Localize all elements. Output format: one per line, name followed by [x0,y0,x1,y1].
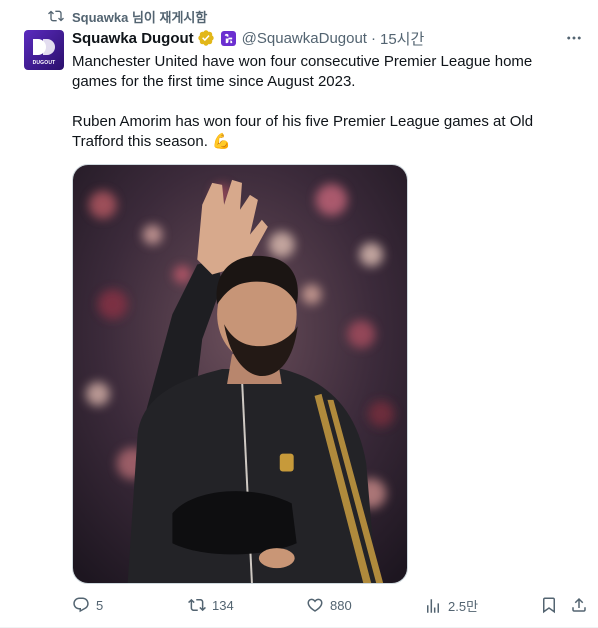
reply-icon [73,597,89,613]
like-count: 880 [330,597,352,613]
dugout-logo-icon [33,39,55,55]
repost-label: Squawka 님이 재게시함 [72,9,208,25]
repost-count: 134 [212,597,234,613]
views-button[interactable]: 2.5만 [424,596,478,615]
verified-badge-icon[interactable] [197,29,215,47]
like-button[interactable]: 880 [306,596,352,614]
reply-count: 5 [96,597,104,613]
tweet-paragraph-1: Manchester United have won four consecut… [72,53,533,90]
repost-button[interactable]: 134 [188,596,234,614]
separator-dot: · [370,29,376,47]
repost-icon [188,598,206,612]
tweet-card[interactable]: Squawka 님이 재게시함 DUGOUT Squawka Dugout @S… [0,0,598,628]
share-button[interactable] [570,596,588,614]
tweet-paragraph-2: Ruben Amorim has won four of his five Pr… [72,113,534,150]
tweet-photo[interactable] [72,164,408,584]
timestamp[interactable]: 15시간 [380,28,424,49]
reply-button[interactable]: 5 [72,596,103,614]
avatar-label: DUGOUT [32,60,56,66]
display-name[interactable]: Squawka Dugout [72,30,194,47]
views-count: 2.5만 [448,599,479,614]
more-button[interactable] [564,28,584,48]
avatar[interactable]: DUGOUT [24,30,64,70]
repost-icon [48,10,64,22]
share-icon [572,597,586,612]
tweet-header: Squawka Dugout @SquawkaDugout · 15시간 [72,27,584,49]
bookmark-icon [543,597,555,614]
tweet-text: Manchester United have won four consecut… [72,52,572,152]
action-bar: 5 134 880 2.5만 [72,594,592,618]
more-icon [567,36,581,40]
repost-indicator[interactable]: Squawka 님이 재게시함 [48,6,207,26]
affiliate-badge-icon[interactable] [220,30,236,46]
bookmark-button[interactable] [540,596,558,614]
handle[interactable]: @SquawkaDugout [242,30,367,47]
views-icon [427,598,439,613]
like-icon [307,598,323,612]
